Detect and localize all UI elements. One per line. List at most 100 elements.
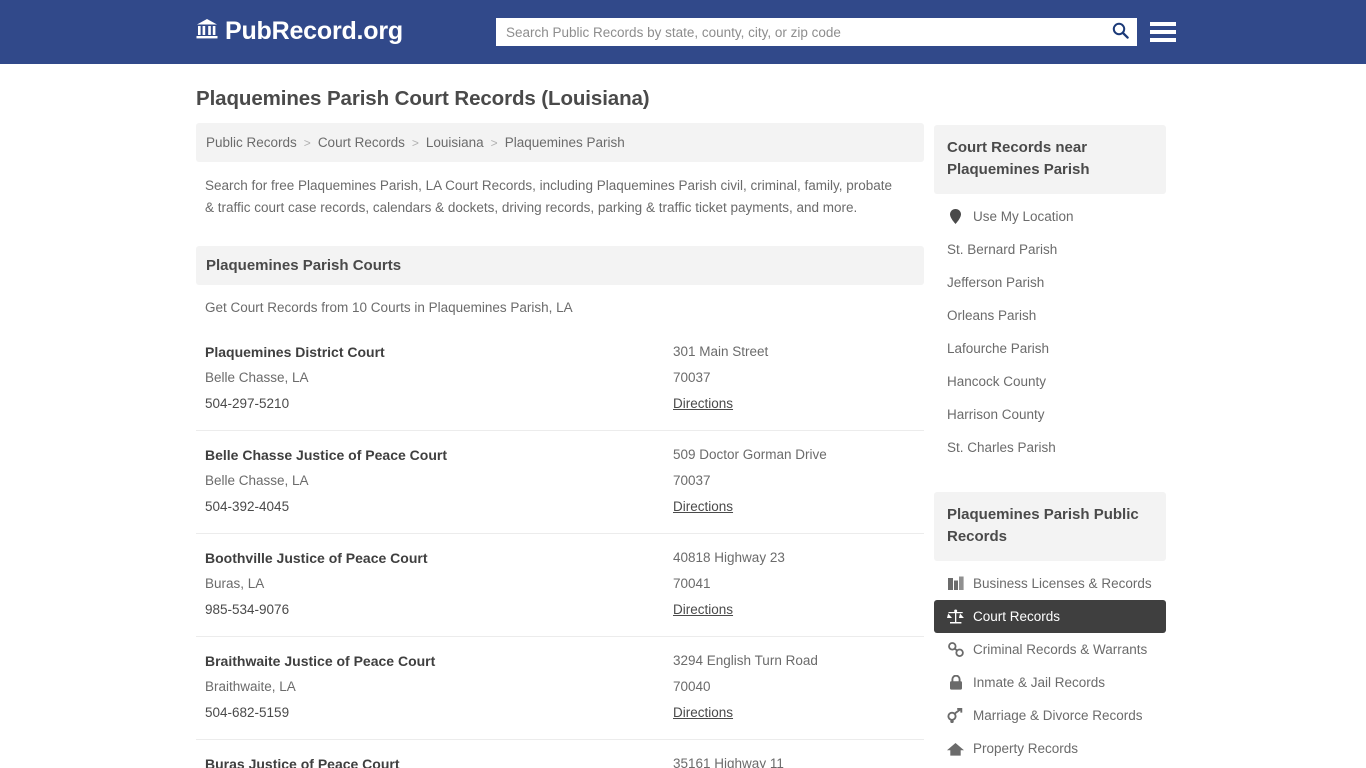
court-phone: 504-392-4045 [205, 494, 673, 520]
nearby-item-label: Harrison County [947, 407, 1045, 422]
search-input[interactable] [496, 18, 1103, 46]
courts-section-heading: Plaquemines Parish Courts [196, 246, 924, 285]
public-records-item-6[interactable]: Property Records [934, 732, 1166, 765]
breadcrumb-panel: Public Records > Court Records > Louisiana > P… [196, 123, 924, 162]
search-icon [1112, 22, 1129, 42]
public-records-item-1[interactable]: Business Licenses & Records [934, 567, 1166, 600]
court-name[interactable]: Boothville Justice of Peace Court [205, 545, 673, 571]
nearby-item-4[interactable]: Orleans Parish [934, 299, 1166, 332]
breadcrumb-separator: > [412, 136, 419, 150]
breadcrumb-item-2[interactable]: Court Records [318, 135, 405, 150]
court-city: Belle Chasse, LA [205, 365, 673, 391]
court-row-right: 509 Doctor Gorman Drive70037Directions [673, 442, 915, 520]
public-records-item-label: Inmate & Jail Records [973, 675, 1105, 690]
house-icon [947, 742, 964, 756]
nearby-records-heading: Court Records near Plaquemines Parish [934, 125, 1166, 194]
court-row-left: Boothville Justice of Peace CourtBuras, … [205, 545, 673, 623]
breadcrumb-separator: > [304, 136, 311, 150]
court-phone: 504-297-5210 [205, 391, 673, 417]
public-records-item-label: Marriage & Divorce Records [973, 708, 1143, 723]
site-logo[interactable]: PubRecord.org [196, 18, 403, 44]
court-row: Belle Chasse Justice of Peace CourtBelle… [196, 431, 924, 534]
public-records-item-5[interactable]: Marriage & Divorce Records [934, 699, 1166, 732]
court-street-address: 301 Main Street [673, 339, 915, 365]
public-records-item-label: Criminal Records & Warrants [973, 642, 1147, 657]
bank-columns-icon [196, 18, 218, 44]
search-button[interactable] [1103, 18, 1137, 46]
breadcrumb: Public Records > Court Records > Louisiana > P… [196, 123, 924, 162]
court-zip-code: 70037 [673, 468, 915, 494]
court-name[interactable]: Belle Chasse Justice of Peace Court [205, 442, 673, 468]
nearby-item-label: St. Bernard Parish [947, 242, 1057, 257]
court-phone: 985-534-9076 [205, 597, 673, 623]
nearby-item-label: Hancock County [947, 374, 1046, 389]
nearby-item-6[interactable]: Hancock County [934, 365, 1166, 398]
breadcrumb-item-4[interactable]: Plaquemines Parish [505, 135, 625, 150]
court-name[interactable]: Buras Justice of Peace Court [205, 751, 673, 768]
main-content: Public Records > Court Records > Louisiana > P… [196, 123, 924, 768]
court-zip-code: 70040 [673, 674, 915, 700]
nearby-item-5[interactable]: Lafourche Parish [934, 332, 1166, 365]
site-logo-text: PubRecord.org [225, 19, 403, 44]
court-row-left: Belle Chasse Justice of Peace CourtBelle… [205, 442, 673, 520]
court-street-address: 509 Doctor Gorman Drive [673, 442, 915, 468]
scales-of-justice-icon [947, 609, 964, 624]
court-street-address: 35161 Highway 11 [673, 751, 915, 768]
court-name[interactable]: Plaquemines District Court [205, 339, 673, 365]
site-header: PubRecord.org [0, 0, 1366, 64]
hamburger-bar [1150, 38, 1176, 42]
court-name[interactable]: Braithwaite Justice of Peace Court [205, 648, 673, 674]
nearby-item-label: Use My Location [973, 209, 1074, 224]
public-records-item-label: Property Records [973, 741, 1078, 756]
public-records-item-label: Business Licenses & Records [973, 576, 1152, 591]
court-phone: 504-682-5159 [205, 700, 673, 726]
nearby-item-7[interactable]: Harrison County [934, 398, 1166, 431]
court-row-left: Braithwaite Justice of Peace CourtBraith… [205, 648, 673, 726]
map-pin-icon [947, 209, 964, 224]
nearby-item-1[interactable]: Use My Location [934, 200, 1166, 233]
public-records-item-4[interactable]: Inmate & Jail Records [934, 666, 1166, 699]
public-records-item-label: Court Records [973, 609, 1060, 624]
breadcrumb-item-3[interactable]: Louisiana [426, 135, 484, 150]
court-row: Boothville Justice of Peace CourtBuras, … [196, 534, 924, 637]
nearby-item-3[interactable]: Jefferson Parish [934, 266, 1166, 299]
nearby-item-2[interactable]: St. Bernard Parish [934, 233, 1166, 266]
court-city: Belle Chasse, LA [205, 468, 673, 494]
court-row-right: 301 Main Street70037Directions [673, 339, 915, 417]
court-city: Braithwaite, LA [205, 674, 673, 700]
briefcase-icon [947, 576, 964, 591]
court-city: Buras, LA [205, 571, 673, 597]
page-description: Search for free Plaquemines Parish, LA C… [196, 162, 903, 218]
nearby-item-label: St. Charles Parish [947, 440, 1056, 455]
padlock-icon [947, 675, 964, 690]
directions-link[interactable]: Directions [673, 391, 733, 417]
court-row-right: 3294 English Turn Road70040Directions [673, 648, 915, 726]
nearby-item-label: Orleans Parish [947, 308, 1036, 323]
sidebar: Court Records near Plaquemines Parish Us… [934, 125, 1166, 765]
court-list: Plaquemines District CourtBelle Chasse, … [196, 328, 924, 768]
court-zip-code: 70041 [673, 571, 915, 597]
public-records-item-2[interactable]: Court Records [934, 600, 1166, 633]
court-street-address: 40818 Highway 23 [673, 545, 915, 571]
directions-link[interactable]: Directions [673, 700, 733, 726]
court-row-left: Plaquemines District CourtBelle Chasse, … [205, 339, 673, 417]
court-zip-code: 70037 [673, 365, 915, 391]
court-row-left: Buras Justice of Peace CourtBuras, LA [205, 751, 673, 768]
directions-link[interactable]: Directions [673, 494, 733, 520]
breadcrumb-separator: > [491, 136, 498, 150]
public-records-list: Business Licenses & Records Court Records… [934, 567, 1166, 765]
hamburger-menu-icon[interactable] [1150, 19, 1176, 45]
page-title: Plaquemines Parish Court Records (Louisi… [196, 87, 650, 111]
public-records-item-3[interactable]: Criminal Records & Warrants [934, 633, 1166, 666]
hamburger-bar [1150, 30, 1176, 34]
nearby-item-8[interactable]: St. Charles Parish [934, 431, 1166, 464]
search-bar [496, 18, 1137, 46]
breadcrumb-item-1[interactable]: Public Records [206, 135, 297, 150]
court-row-right: 35161 Highway 1170041 [673, 751, 915, 768]
directions-link[interactable]: Directions [673, 597, 733, 623]
courts-section-subheading: Get Court Records from 10 Courts in Plaq… [196, 285, 924, 315]
nearby-item-label: Jefferson Parish [947, 275, 1044, 290]
nearby-item-label: Lafourche Parish [947, 341, 1049, 356]
court-street-address: 3294 English Turn Road [673, 648, 915, 674]
venus-mars-icon [947, 708, 964, 723]
